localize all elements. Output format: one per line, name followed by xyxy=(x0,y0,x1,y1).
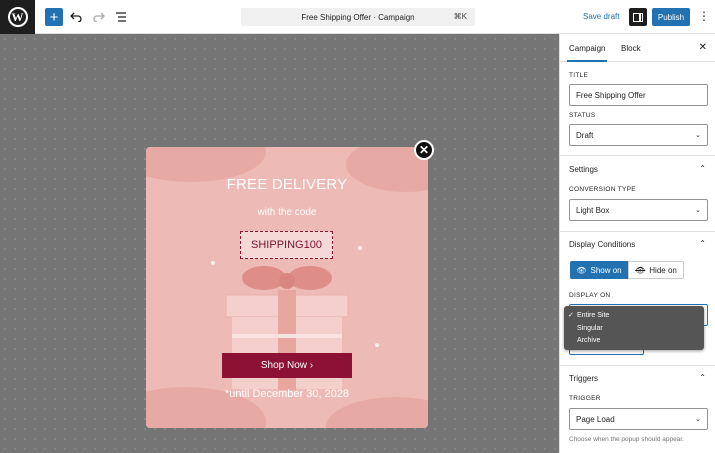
display-on-dropdown[interactable]: Entire Site Singular Archive xyxy=(564,306,704,350)
chevron-down-icon: ⌄ xyxy=(695,416,701,423)
sparkle xyxy=(211,261,215,265)
triggers-heading[interactable]: Triggers xyxy=(569,374,598,383)
title-label: TITLE xyxy=(569,72,589,79)
sidebar-tabs: Campaign Block ✕ xyxy=(560,34,715,62)
campaign-popup[interactable]: FREE DELIVERY with the code SHIPPING100 … xyxy=(146,147,428,428)
chevron-up-icon[interactable]: ⌃ xyxy=(699,373,706,382)
trigger-select[interactable]: Page Load ⌄ xyxy=(569,408,708,430)
hide-on-label: Hide on xyxy=(649,265,677,275)
tab-campaign[interactable]: Campaign xyxy=(569,44,605,53)
more-options-icon[interactable]: ⋮ xyxy=(698,9,710,23)
hide-on-button[interactable]: 👁 Hide on xyxy=(628,261,684,279)
show-on-label: Show on xyxy=(590,265,622,275)
publish-button[interactable]: Publish xyxy=(652,8,690,26)
trigger-select-value: Page Load xyxy=(576,414,615,424)
chevron-down-icon: ⌄ xyxy=(695,207,701,214)
divider xyxy=(560,155,715,156)
sparkle xyxy=(358,246,362,250)
coupon-code[interactable]: SHIPPING100 xyxy=(240,231,333,259)
document-title: Free Shipping Offer · Campaign xyxy=(301,12,415,22)
display-on-label: DISPLAY ON xyxy=(569,292,611,299)
chevron-up-icon[interactable]: ⌃ xyxy=(699,164,706,173)
editor-toolbar: W + Free Shipping Offer · Campaign ⌘K Sa… xyxy=(0,0,715,34)
conversion-type-select[interactable]: Light Box ⌄ xyxy=(569,199,708,221)
dropdown-option-singular[interactable]: Singular xyxy=(568,323,704,336)
redo-icon[interactable] xyxy=(90,8,108,26)
trigger-help-text: Choose when the popup should appear. xyxy=(569,436,684,443)
sparkle xyxy=(375,343,379,347)
wordpress-logo-icon[interactable]: W xyxy=(0,0,35,34)
decorative-blob xyxy=(326,397,428,428)
title-input-value: Free Shipping Offer xyxy=(576,90,646,100)
settings-section-heading[interactable]: Settings xyxy=(569,165,598,174)
settings-sidebar-toggle[interactable] xyxy=(629,8,647,26)
status-label: STATUS xyxy=(569,112,596,119)
shop-now-button[interactable]: Shop Now › xyxy=(222,353,352,378)
divider xyxy=(560,365,715,366)
save-draft-button[interactable]: Save draft xyxy=(583,12,619,21)
close-icon[interactable]: ✕ xyxy=(414,140,434,160)
status-select-value: Draft xyxy=(576,130,594,140)
settings-sidebar: Campaign Block ✕ TITLE Free Shipping Off… xyxy=(559,34,715,453)
dropdown-option-archive[interactable]: Archive xyxy=(568,335,704,348)
divider xyxy=(560,231,715,232)
eye-off-icon: 👁 xyxy=(635,265,646,275)
shortcut-hint: ⌘K xyxy=(453,12,467,21)
offer-expiry: *until December 30, 2028 xyxy=(224,388,350,400)
command-palette-button[interactable]: Free Shipping Offer · Campaign ⌘K xyxy=(241,8,475,26)
popup-subtitle: with the code xyxy=(257,207,317,218)
show-on-button[interactable]: 👁 Show on xyxy=(570,261,628,279)
eye-icon: 👁 xyxy=(576,265,587,275)
title-input[interactable]: Free Shipping Offer xyxy=(569,84,708,106)
close-icon[interactable]: ✕ xyxy=(699,42,707,53)
chevron-up-icon[interactable]: ⌃ xyxy=(699,239,706,248)
tab-block[interactable]: Block xyxy=(621,44,641,53)
add-block-button[interactable]: + xyxy=(45,8,63,26)
active-tab-indicator xyxy=(567,60,607,62)
dropdown-option-entire-site[interactable]: Entire Site xyxy=(568,310,704,323)
display-conditions-heading[interactable]: Display Conditions xyxy=(569,240,635,249)
undo-icon[interactable] xyxy=(67,8,85,26)
editor-canvas: FREE DELIVERY with the code SHIPPING100 … xyxy=(0,34,559,453)
trigger-label: TRIGGER xyxy=(569,395,601,402)
conversion-type-value: Light Box xyxy=(576,205,610,215)
list-view-icon[interactable] xyxy=(112,8,130,26)
popup-title: FREE DELIVERY xyxy=(226,176,348,193)
chevron-down-icon: ⌄ xyxy=(695,132,701,139)
conversion-type-label: CONVERSION TYPE xyxy=(569,186,636,193)
status-select[interactable]: Draft ⌄ xyxy=(569,124,708,146)
